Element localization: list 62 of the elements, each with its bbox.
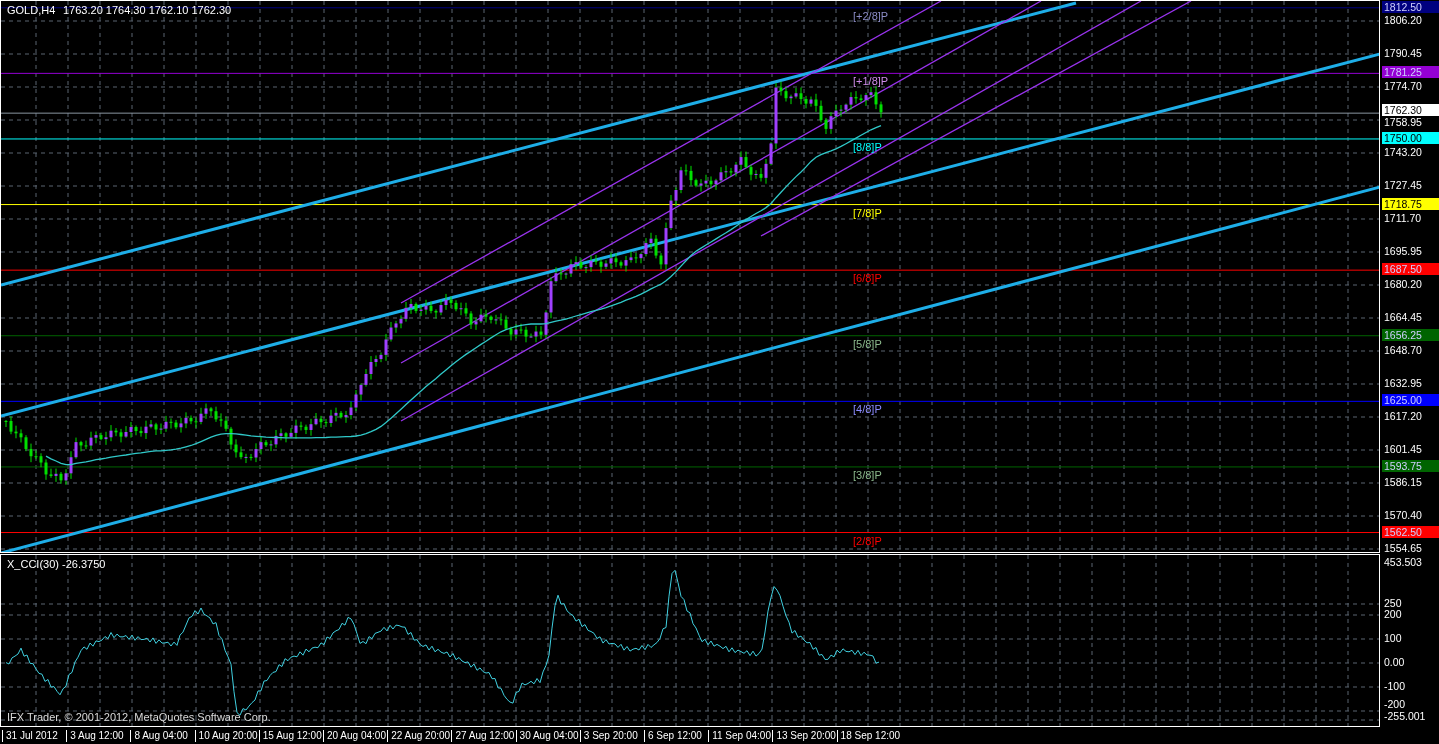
level-price-badge: 1781.25 <box>1382 66 1439 79</box>
level-price-badge: 1593.75 <box>1382 459 1439 472</box>
time-tick: 20 Aug 04:00 <box>323 730 386 742</box>
copyright-text: IFX Trader, © 2001-2012, MetaQuotes Software Corp. <box>7 711 271 724</box>
level-price-badge: 1562.50 <box>1382 525 1439 538</box>
level-label: [+1/8]P <box>853 75 889 89</box>
price-tick: 1758.95 <box>1384 116 1422 129</box>
time-tick: 6 Sep 12:00 <box>644 730 702 742</box>
level-price-badge: 1656.25 <box>1382 328 1439 341</box>
level-price-badge: 1625.00 <box>1382 394 1439 407</box>
level-price-badge: 1718.75 <box>1382 197 1439 210</box>
price-tick: 1727.45 <box>1384 179 1422 191</box>
current-price-badge: 1762.30 <box>1382 104 1439 117</box>
indicator-tick: 0.00 <box>1384 656 1405 668</box>
price-tick: 1695.95 <box>1384 245 1422 257</box>
time-tick: 13 Sep 20:00 <box>772 730 836 742</box>
time-tick: 30 Aug 04:00 <box>515 730 579 742</box>
time-tick: 27 Aug 12:00 <box>451 730 515 742</box>
price-tick: 1586.15 <box>1384 476 1422 488</box>
time-tick: 18 Sep 12:00 <box>836 730 901 742</box>
level-label: [4/8]P <box>853 403 882 417</box>
indicator-tick: -100 <box>1384 680 1405 692</box>
level-label: [5/8]P <box>853 337 882 351</box>
time-tick: 31 Jul 2012 <box>2 730 58 742</box>
indicator-tick: 200 <box>1384 608 1402 620</box>
level-label: [2/8]P <box>853 534 882 548</box>
level-label: [+2/8]P <box>853 9 889 23</box>
time-tick: 22 Aug 20:00 <box>387 730 451 742</box>
ohlc-quote: 1763.20 1764.30 1762.10 1762.30 <box>63 4 232 17</box>
indicator-tick: -200 <box>1384 698 1405 710</box>
indicator-title: X_CCI(30) -26.3750 <box>7 558 106 571</box>
indicator-tick: -255.001 <box>1384 710 1426 722</box>
price-tick: 1743.20 <box>1384 146 1422 158</box>
chart-symbol: GOLD,H4 <box>7 4 56 17</box>
indicator-tick: 453.503 <box>1384 556 1422 568</box>
level-label: [6/8]P <box>853 272 882 286</box>
time-tick: 3 Aug 12:00 <box>66 730 124 742</box>
price-tick: 1664.45 <box>1384 311 1422 323</box>
price-tick: 1601.45 <box>1384 443 1422 455</box>
time-tick: 15 Aug 12:00 <box>258 730 322 742</box>
time-tick: 8 Aug 04:00 <box>130 730 188 742</box>
time-tick: 3 Sep 20:00 <box>579 730 638 742</box>
price-tick: 1790.45 <box>1384 47 1422 59</box>
level-price-badge: 1687.50 <box>1382 263 1439 276</box>
price-tick: 1806.20 <box>1384 14 1422 26</box>
price-tick: 1554.65 <box>1384 542 1422 554</box>
price-tick: 1680.20 <box>1384 278 1422 290</box>
price-tick: 1632.95 <box>1384 377 1422 389</box>
price-tick: 1648.70 <box>1384 344 1422 356</box>
time-tick: 11 Sep 04:00 <box>708 730 771 742</box>
level-label: [3/8]P <box>853 468 882 482</box>
indicator-tick: 250 <box>1384 597 1402 609</box>
level-price-badge: 1750.00 <box>1382 131 1439 144</box>
price-tick: 1774.70 <box>1384 80 1422 92</box>
price-tick: 1617.20 <box>1384 410 1422 422</box>
price-tick: 1570.40 <box>1384 509 1422 521</box>
time-tick: 10 Aug 20:00 <box>194 730 258 742</box>
price-tick: 1711.70 <box>1384 212 1422 224</box>
indicator-tick: 100 <box>1384 632 1402 644</box>
level-price-badge: 1812.50 <box>1382 0 1439 13</box>
level-label: [8/8]P <box>853 140 882 154</box>
level-label: [7/8]P <box>853 206 882 220</box>
